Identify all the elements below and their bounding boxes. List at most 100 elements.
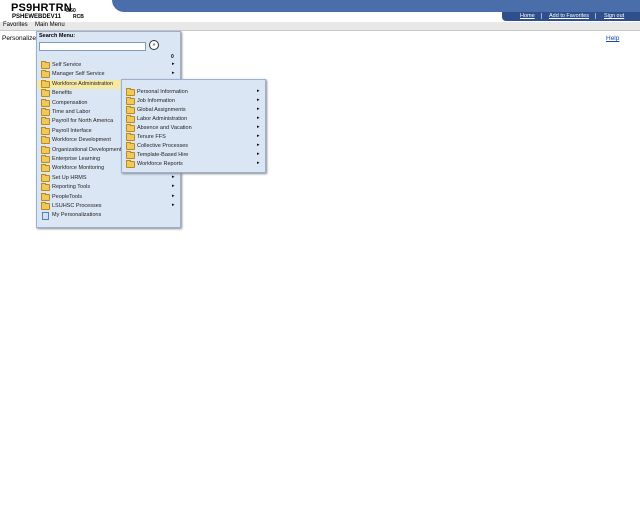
sign-out-link[interactable]: Sign out <box>604 13 624 19</box>
submenu-item-template-based-hire[interactable]: Template-Based Hire ▸ <box>122 151 263 160</box>
folder-icon <box>41 183 50 192</box>
folder-icon <box>41 202 50 210</box>
folder-icon <box>126 160 135 168</box>
menu-item-set-up-hrms[interactable]: Set Up HRMS ▸ <box>37 173 178 183</box>
folder-icon <box>41 136 50 145</box>
folder-icon <box>41 145 50 154</box>
submenu-item-label: Absence and Vacation <box>137 125 192 131</box>
menu-item-peopletools[interactable]: PeopleTools ▸ <box>37 192 178 202</box>
folder-icon <box>41 61 50 69</box>
menu-item-label: Payroll Interface <box>52 127 92 134</box>
folder-icon <box>41 70 50 79</box>
submenu-arrow-icon: ▸ <box>257 142 260 148</box>
menu-item-label: Workforce Administration <box>52 80 114 87</box>
folder-icon <box>126 115 135 123</box>
folder-icon <box>41 79 50 88</box>
submenu-item-job-information[interactable]: Job Information ▸ <box>122 97 263 106</box>
submenu-arrow-icon: ▸ <box>172 173 175 180</box>
menu-bar: Favorites Main Menu <box>0 22 640 31</box>
folder-icon <box>41 89 50 98</box>
home-link[interactable]: Home <box>520 13 535 19</box>
menu-item-label: Set Up HRMS <box>52 174 87 181</box>
search-menu-label: Search Menu: <box>39 33 76 39</box>
submenu-arrow-icon: ▸ <box>257 97 260 103</box>
submenu-item-labor-administration[interactable]: Labor Administration ▸ <box>122 115 263 124</box>
header-banner <box>112 0 640 12</box>
folder-icon <box>41 98 50 107</box>
submenu-item-global-assignments[interactable]: Global Assignments ▸ <box>122 106 263 115</box>
search-go-button[interactable]: » <box>149 40 159 50</box>
submenu-arrow-icon: ▸ <box>172 183 175 190</box>
folder-icon <box>41 192 50 201</box>
document-icon <box>42 212 49 221</box>
menu-item-label: Manager Self Service <box>52 71 105 78</box>
submenu-arrow-icon: ▸ <box>172 61 175 67</box>
menu-item-label: Benefits <box>52 90 72 97</box>
environment-title: PS9HRTRN <box>11 2 72 14</box>
menu-item-my-personalizations[interactable]: My Personalizations <box>37 211 178 221</box>
folder-icon <box>126 106 135 114</box>
menu-item-label: Self Service <box>52 62 82 68</box>
submenu-item-label: Collective Processes <box>137 143 189 149</box>
menu-item-label: Compensation <box>52 99 88 106</box>
submenu-arrow-icon: ▸ <box>257 160 260 166</box>
submenu-item-workforce-reports[interactable]: Workforce Reports ▸ <box>122 160 263 169</box>
main-menu[interactable]: Main Menu <box>35 22 65 28</box>
submenu-item-personal-information[interactable]: Personal Information ▸ <box>122 88 263 97</box>
menu-item-reporting-tools[interactable]: Reporting Tools ▸ <box>37 183 178 192</box>
folder-icon <box>126 124 135 132</box>
menu-item-lsuhsc-processes[interactable]: LSUHSC Processes ▸ <box>37 202 178 211</box>
submenu-item-absence-and-vacation[interactable]: Absence and Vacation ▸ <box>122 124 263 133</box>
submenu-item-collective-processes[interactable]: Collective Processes ▸ <box>122 142 263 151</box>
link-divider <box>595 13 596 19</box>
submenu-item-label: Tenure FFS <box>137 134 166 140</box>
menu-item-label: Enterprise Learning <box>52 156 101 162</box>
folder-icon <box>41 117 50 126</box>
submenu-item-label: Personal Information <box>137 89 188 95</box>
submenu-arrow-icon: ▸ <box>257 124 260 130</box>
server-name: PSHEWEBDEV11 <box>12 14 62 20</box>
folder-icon <box>126 97 135 105</box>
submenu-arrow-icon: ▸ <box>257 133 260 139</box>
submenu-item-label: Workforce Reports <box>137 161 183 167</box>
submenu-arrow-icon: ▸ <box>257 115 260 121</box>
menu-item-label: Payroll for North America <box>52 118 114 125</box>
menu-item-label: PeopleTools <box>52 193 82 200</box>
header: PS9HRTRN 8.50 PSHEWEBDEV11 RCB Home Add … <box>0 0 640 22</box>
folder-icon <box>126 142 135 150</box>
menu-item-label: Time and Labor <box>52 109 91 115</box>
folder-icon <box>126 133 135 141</box>
server-user: RCB <box>73 14 84 20</box>
folder-icon <box>126 88 135 96</box>
submenu-item-tenure-ffs[interactable]: Tenure FFS ▸ <box>122 133 263 142</box>
scroll-indicator: 0 <box>171 54 174 60</box>
menu-item-label: Workforce Monitoring <box>52 165 105 172</box>
personalize-link[interactable]: Personalize <box>2 35 36 42</box>
folder-icon <box>41 155 50 163</box>
folder-icon <box>41 108 50 116</box>
menu-item-label: My Personalizations <box>52 212 102 219</box>
submenu-arrow-icon: ▸ <box>257 88 260 94</box>
submenu-arrow-icon: ▸ <box>172 70 175 77</box>
folder-icon <box>41 164 50 173</box>
search-menu-input[interactable] <box>39 42 146 51</box>
menu-item-self-service[interactable]: Self Service ▸ <box>37 61 178 70</box>
submenu-item-label: Labor Administration <box>137 116 188 122</box>
folder-icon <box>126 151 135 159</box>
submenu-arrow-icon: ▸ <box>172 192 175 199</box>
submenu-arrow-icon: ▸ <box>257 151 260 157</box>
workforce-administration-submenu: Personal Information ▸ Job Information ▸ G… <box>121 79 266 173</box>
submenu-item-label: Template-Based Hire <box>137 152 189 158</box>
submenu-arrow-icon: ▸ <box>172 202 175 208</box>
favorites-menu[interactable]: Favorites <box>3 22 28 28</box>
folder-icon <box>41 126 50 135</box>
help-link[interactable]: Help <box>606 35 619 42</box>
submenu-item-label: Global Assignments <box>137 107 186 113</box>
menu-item-label: Organizational Development <box>52 146 122 153</box>
submenu-item-label: Job Information <box>137 98 175 104</box>
add-to-favorites-link[interactable]: Add to Favorites <box>549 13 589 19</box>
header-links-bar: Home Add to Favorites Sign out <box>502 12 640 21</box>
link-divider <box>541 13 542 19</box>
folder-icon <box>41 173 50 182</box>
menu-item-label: Reporting Tools <box>52 184 91 191</box>
